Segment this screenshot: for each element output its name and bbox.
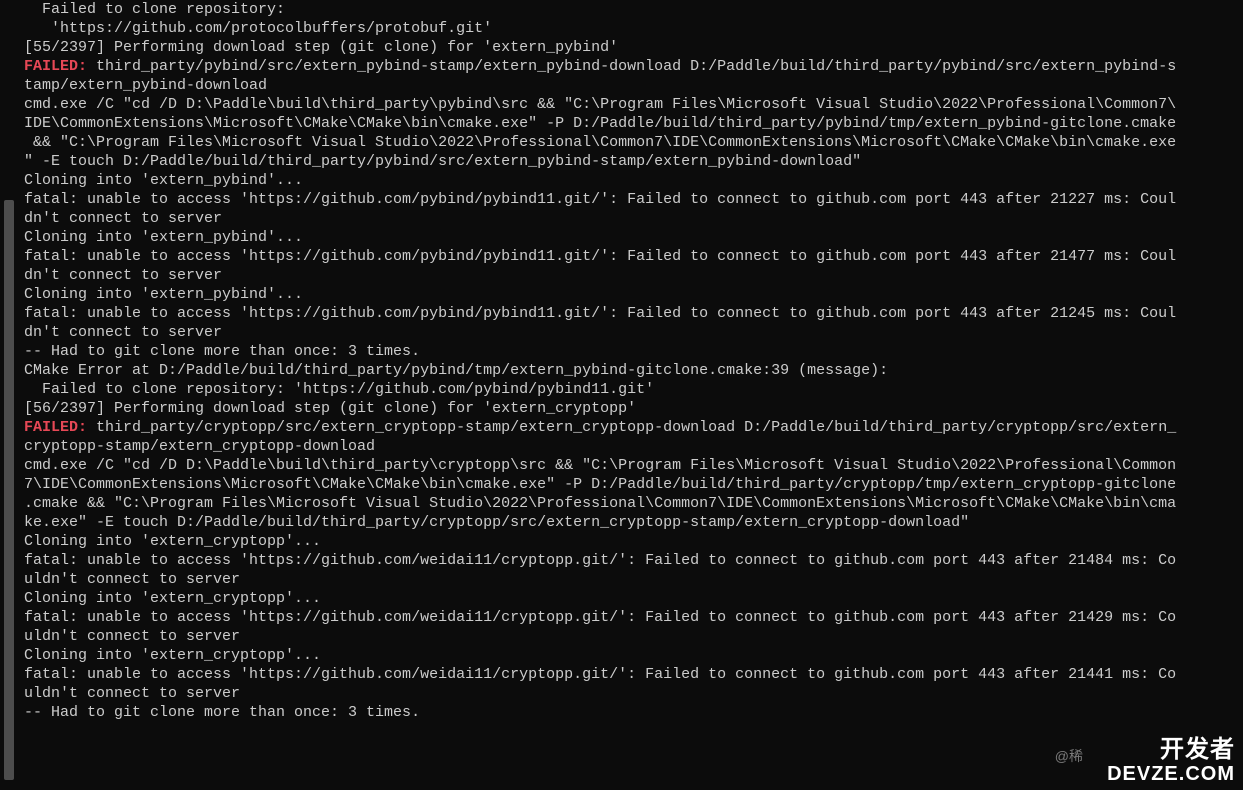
terminal-line: cryptopp-stamp/extern_cryptopp-download (24, 437, 1243, 456)
terminal-line: fatal: unable to access 'https://github.… (24, 304, 1243, 323)
terminal-line: fatal: unable to access 'https://github.… (24, 190, 1243, 209)
terminal-line: .cmake && "C:\Program Files\Microsoft Vi… (24, 494, 1243, 513)
terminal-line: Cloning into 'extern_cryptopp'... (24, 532, 1243, 551)
terminal-line: -- Had to git clone more than once: 3 ti… (24, 342, 1243, 361)
terminal-line: ke.exe" -E touch D:/Paddle/build/third_p… (24, 513, 1243, 532)
terminal-line: Cloning into 'extern_cryptopp'... (24, 646, 1243, 665)
terminal-output[interactable]: Failed to clone repository: 'https://git… (24, 0, 1243, 790)
terminal-line: Failed to clone repository: 'https://git… (24, 380, 1243, 399)
terminal-line: IDE\CommonExtensions\Microsoft\CMake\CMa… (24, 114, 1243, 133)
terminal-line: Cloning into 'extern_cryptopp'... (24, 589, 1243, 608)
terminal-line: [55/2397] Performing download step (git … (24, 38, 1243, 57)
terminal-line: FAILED: third_party/pybind/src/extern_py… (24, 57, 1243, 76)
terminal-line: cmd.exe /C "cd /D D:\Paddle\build\third_… (24, 95, 1243, 114)
terminal-line: -- Had to git clone more than once: 3 ti… (24, 703, 1243, 722)
terminal-line: fatal: unable to access 'https://github.… (24, 608, 1243, 627)
terminal-line: cmd.exe /C "cd /D D:\Paddle\build\third_… (24, 456, 1243, 475)
terminal-line: " -E touch D:/Paddle/build/third_party/p… (24, 152, 1243, 171)
terminal-line: dn't connect to server (24, 323, 1243, 342)
terminal-line: uldn't connect to server (24, 570, 1243, 589)
terminal-line: Cloning into 'extern_pybind'... (24, 285, 1243, 304)
terminal-line: 'https://github.com/protocolbuffers/prot… (24, 19, 1243, 38)
watermark-at: @稀 (1055, 746, 1083, 766)
terminal-line: Cloning into 'extern_pybind'... (24, 228, 1243, 247)
terminal-line: Cloning into 'extern_pybind'... (24, 171, 1243, 190)
scrollbar-thumb[interactable] (4, 200, 14, 780)
terminal-line: tamp/extern_pybind-download (24, 76, 1243, 95)
failed-label: FAILED: (24, 58, 96, 75)
terminal-line: uldn't connect to server (24, 684, 1243, 703)
terminal-line: Failed to clone repository: (24, 0, 1243, 19)
terminal-line: [56/2397] Performing download step (git … (24, 399, 1243, 418)
terminal-line: uldn't connect to server (24, 627, 1243, 646)
terminal-gutter (0, 0, 18, 790)
terminal-line: fatal: unable to access 'https://github.… (24, 551, 1243, 570)
terminal-line: dn't connect to server (24, 266, 1243, 285)
terminal-line: CMake Error at D:/Paddle/build/third_par… (24, 361, 1243, 380)
terminal-line: fatal: unable to access 'https://github.… (24, 665, 1243, 684)
terminal-line: && "C:\Program Files\Microsoft Visual St… (24, 133, 1243, 152)
terminal-line: 7\IDE\CommonExtensions\Microsoft\CMake\C… (24, 475, 1243, 494)
terminal-line: dn't connect to server (24, 209, 1243, 228)
failed-label: FAILED: (24, 419, 96, 436)
terminal-line: FAILED: third_party/cryptopp/src/extern_… (24, 418, 1243, 437)
terminal-line: fatal: unable to access 'https://github.… (24, 247, 1243, 266)
